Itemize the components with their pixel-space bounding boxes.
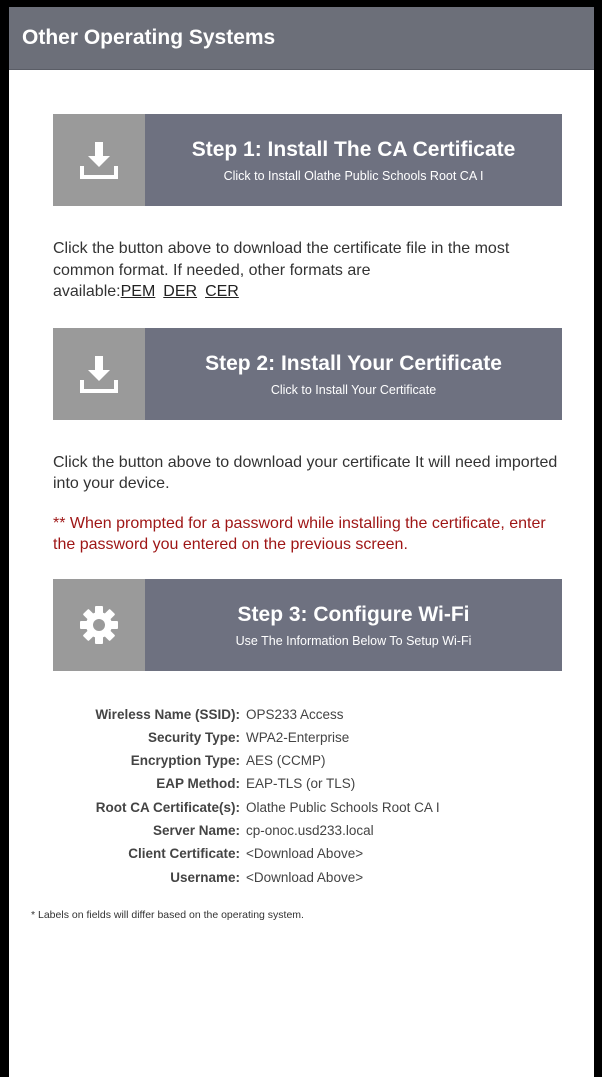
- step1-subtitle: Click to Install Olathe Public Schools R…: [223, 169, 484, 183]
- param-row: Encryption Type: AES (CCMP): [53, 749, 562, 772]
- param-value: WPA2-Enterprise: [246, 729, 350, 745]
- wifi-params: Wireless Name (SSID): OPS233 Access Secu…: [53, 703, 562, 889]
- param-value: <Download Above>: [246, 846, 364, 862]
- param-value: OPS233 Access: [246, 706, 344, 722]
- footnote: * Labels on fields will differ based on …: [31, 908, 304, 921]
- format-link-der[interactable]: DER: [163, 283, 197, 300]
- download-icon: [53, 114, 145, 206]
- step2-title: Step 2: Install Your Certificate: [205, 351, 502, 375]
- download-icon: [53, 327, 145, 420]
- param-label: EAP Method:: [156, 776, 240, 792]
- param-row: Client Certificate: <Download Above>: [53, 842, 562, 865]
- param-value: EAP-TLS (or TLS): [246, 776, 356, 792]
- param-label: Username:: [170, 869, 240, 885]
- step1-body: Step 1: Install The CA Certificate Click…: [145, 114, 562, 206]
- format-link-pem[interactable]: PEM: [121, 283, 156, 300]
- param-row: Security Type: WPA2-Enterprise: [53, 726, 562, 749]
- step3-body: Step 3: Configure Wi-Fi Use The Informat…: [145, 578, 562, 671]
- page-frame: Other Operating Systems Step 1: Install …: [0, 0, 602, 1077]
- password-warning: ** When prompted for a password while in…: [53, 514, 546, 554]
- param-value: Olathe Public Schools Root CA I: [246, 799, 440, 815]
- param-row: Wireless Name (SSID): OPS233 Access: [53, 703, 562, 726]
- step1-instructions: Click the button above to download the c…: [53, 238, 562, 303]
- param-row: EAP Method: EAP-TLS (or TLS): [53, 772, 562, 795]
- param-row: Username: <Download Above>: [53, 866, 562, 889]
- param-value: <Download Above>: [246, 869, 364, 885]
- step3-title: Step 3: Configure Wi-Fi: [237, 602, 470, 626]
- param-label: Security Type:: [147, 729, 240, 745]
- param-label: Client Certificate:: [128, 846, 240, 862]
- param-label: Wireless Name (SSID):: [95, 706, 240, 722]
- step2-text: Click the button above to download your …: [53, 453, 558, 493]
- param-row: Root CA Certificate(s): Olathe Public Sc…: [53, 796, 562, 819]
- step1-title: Step 1: Install The CA Certificate: [191, 138, 516, 161]
- page-title: Other Operating Systems: [9, 7, 594, 70]
- param-value: AES (CCMP): [246, 753, 326, 769]
- step1-install-ca-button[interactable]: Step 1: Install The CA Certificate Click…: [53, 114, 562, 206]
- format-link-cer[interactable]: CER: [205, 283, 239, 300]
- step2-subtitle: Click to Install Your Certificate: [270, 382, 437, 397]
- param-label: Server Name:: [152, 822, 240, 838]
- step2-body: Step 2: Install Your Certificate Click t…: [145, 327, 562, 420]
- step2-install-cert-button[interactable]: Step 2: Install Your Certificate Click t…: [53, 327, 562, 420]
- step3-subtitle: Use The Information Below To Setup Wi-Fi: [235, 633, 472, 648]
- main-content: Step 1: Install The CA Certificate Click…: [9, 114, 594, 921]
- param-label: Encryption Type:: [130, 753, 240, 769]
- gear-icon: [53, 578, 145, 671]
- param-label: Root CA Certificate(s):: [95, 799, 240, 815]
- param-value: cp-onoc.usd233.local: [246, 822, 374, 838]
- param-row: Server Name: cp-onoc.usd233.local: [53, 819, 562, 842]
- step3-configure-wifi-button[interactable]: Step 3: Configure Wi-Fi Use The Informat…: [53, 578, 562, 671]
